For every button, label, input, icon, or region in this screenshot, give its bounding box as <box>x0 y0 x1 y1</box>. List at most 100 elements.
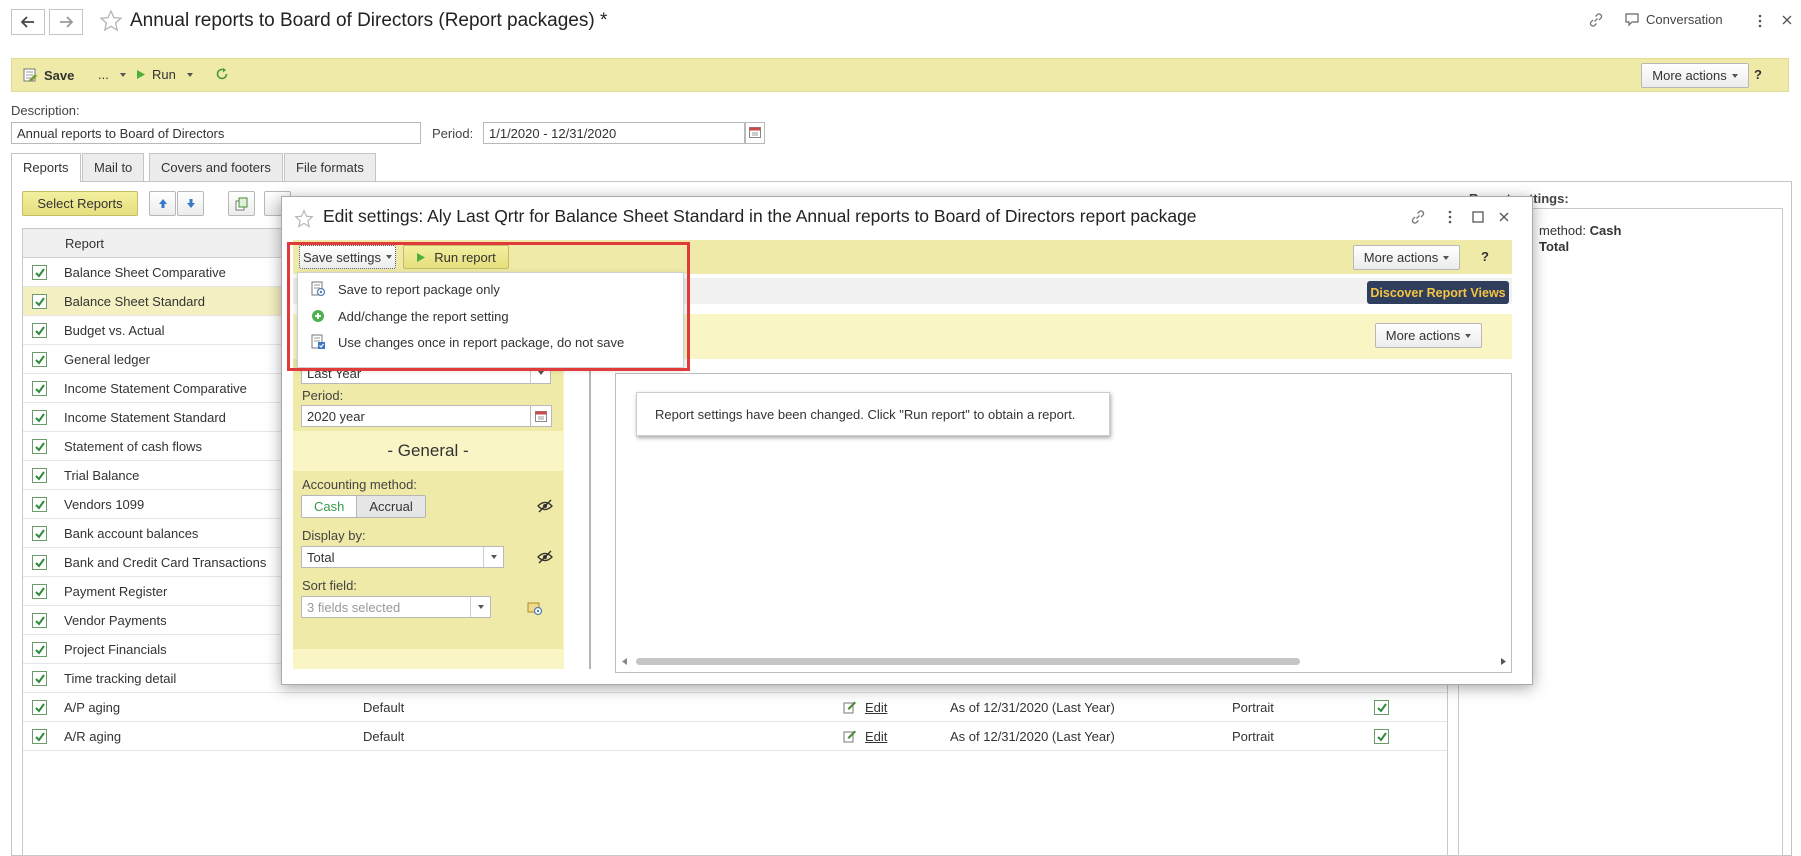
cash-option[interactable]: Cash <box>302 496 358 517</box>
report-name: Balance Sheet Comparative <box>64 265 226 280</box>
checkmark-icon <box>35 732 45 742</box>
report-name: Bank and Credit Card Transactions <box>64 555 267 570</box>
splitter[interactable] <box>589 359 591 669</box>
dialog-favorite-star-icon[interactable] <box>294 209 314 229</box>
favorite-star-icon[interactable] <box>99 9 123 33</box>
include-checkbox[interactable] <box>32 294 47 309</box>
checkmark-icon <box>35 587 45 597</box>
display-by-select[interactable]: Total <box>301 546 504 568</box>
dialog-more-actions-button[interactable]: More actions <box>1353 245 1460 270</box>
report-period: As of 12/31/2020 (Last Year) <box>950 700 1115 715</box>
select-reports-button[interactable]: Select Reports <box>22 191 138 216</box>
table-row[interactable]: A/R aging Default Edit As of 12/31/2020 (La… <box>23 722 1447 751</box>
tab-reports[interactable]: Reports <box>11 153 81 182</box>
include-checkbox[interactable] <box>32 584 47 599</box>
move-down-button[interactable] <box>177 191 204 216</box>
edit-link[interactable]: Edit <box>843 729 887 744</box>
more-dropdown-button[interactable]: ... <box>98 67 126 82</box>
report-name: General ledger <box>64 352 150 367</box>
include-checkbox[interactable] <box>32 352 47 367</box>
sort-settings-gear-icon[interactable] <box>527 600 543 616</box>
checkmark-icon <box>35 268 45 278</box>
run-button[interactable]: Run <box>136 67 193 82</box>
forward-button[interactable] <box>49 9 83 35</box>
report-name: Income Statement Standard <box>64 410 226 425</box>
dialog-more-actions-label: More actions <box>1363 250 1439 265</box>
close-window-icon[interactable] <box>1782 15 1792 25</box>
edit-link-label: Edit <box>865 729 888 744</box>
sort-field-select[interactable]: 3 fields selected <box>301 596 491 618</box>
edit-pencil-icon <box>843 700 857 715</box>
sort-field-dropdown-arrow[interactable] <box>470 597 490 617</box>
settings-column: Last Year Period: 2020 year - General - … <box>293 359 564 669</box>
accrual-option[interactable]: Accrual <box>357 496 425 517</box>
report-more-actions-button[interactable]: More actions <box>1375 323 1482 348</box>
include-checkbox[interactable] <box>32 555 47 570</box>
help-button[interactable]: ? <box>1754 67 1762 82</box>
include-checkbox[interactable] <box>32 642 47 657</box>
display-by-hide-eye-icon[interactable] <box>537 550 553 564</box>
dialog-link-icon[interactable] <box>1410 209 1426 225</box>
attach-checkbox[interactable] <box>1374 700 1389 715</box>
include-checkbox[interactable] <box>32 729 47 744</box>
dialog-period-field[interactable]: 2020 year <box>301 405 530 427</box>
refresh-button[interactable] <box>215 67 229 81</box>
include-checkbox[interactable] <box>32 410 47 425</box>
run-label: Run <box>152 67 176 82</box>
include-checkbox[interactable] <box>32 671 47 686</box>
report-orientation: Portrait <box>1232 729 1274 744</box>
include-checkbox[interactable] <box>32 323 47 338</box>
dialog-calendar-button[interactable] <box>530 405 552 427</box>
include-checkbox[interactable] <box>32 265 47 280</box>
tab-mail-to[interactable]: Mail to <box>82 153 145 181</box>
display-by-dropdown-arrow[interactable] <box>483 547 503 567</box>
period-field[interactable]: 1/1/2020 - 12/31/2020 <box>483 122 745 144</box>
dialog-close-icon[interactable] <box>1499 212 1509 222</box>
report-name: Income Statement Comparative <box>64 381 247 396</box>
attach-checkbox[interactable] <box>1374 729 1389 744</box>
include-checkbox[interactable] <box>32 700 47 715</box>
general-section-header: - General - <box>387 441 469 460</box>
copy-button[interactable] <box>228 191 255 216</box>
checkmark-icon <box>35 674 45 684</box>
checkmark-icon <box>35 297 45 307</box>
include-checkbox[interactable] <box>32 439 47 454</box>
scrollbar-thumb[interactable] <box>636 658 1300 665</box>
checkmark-icon <box>35 703 45 713</box>
more-vertical-icon[interactable] <box>1758 14 1762 28</box>
conversation-button[interactable]: Conversation <box>1624 12 1723 27</box>
dialog-help-button[interactable]: ? <box>1481 249 1489 264</box>
report-variant: Default <box>363 729 405 744</box>
scroll-left-arrow-icon[interactable] <box>622 658 627 665</box>
include-checkbox[interactable] <box>32 468 47 483</box>
include-checkbox[interactable] <box>32 613 47 628</box>
report-variant: Default <box>363 700 405 715</box>
horizontal-scrollbar[interactable] <box>622 657 1506 666</box>
checkmark-icon <box>35 616 45 626</box>
discover-report-views-button[interactable]: Discover Report Views <box>1367 281 1509 304</box>
link-icon[interactable] <box>1588 12 1604 28</box>
description-field[interactable]: Annual reports to Board of Directors <box>11 122 421 144</box>
table-row[interactable]: A/P aging Default Edit As of 12/31/2020 (La… <box>23 693 1447 722</box>
edit-link[interactable]: Edit <box>843 700 887 715</box>
calendar-button[interactable] <box>745 122 765 144</box>
help-label: ? <box>1754 67 1762 82</box>
more-actions-button[interactable]: More actions <box>1641 63 1749 88</box>
column-header-report: Report <box>65 236 105 251</box>
include-checkbox[interactable] <box>32 381 47 396</box>
accounting-method-label: Accounting method: <box>302 477 417 492</box>
tab-covers-and-footers[interactable]: Covers and footers <box>149 153 283 181</box>
scroll-right-arrow-icon[interactable] <box>1501 658 1506 665</box>
arrow-down-icon <box>186 198 196 209</box>
dialog-more-vertical-icon[interactable] <box>1448 210 1452 224</box>
save-button[interactable]: Save <box>22 67 74 83</box>
tab-file-formats[interactable]: File formats <box>284 153 376 181</box>
maximize-icon[interactable] <box>1472 211 1484 223</box>
report-name: Project Financials <box>64 642 167 657</box>
include-checkbox[interactable] <box>32 526 47 541</box>
hide-eye-icon[interactable] <box>537 499 553 513</box>
checkmark-icon <box>1377 703 1387 713</box>
back-button[interactable] <box>11 9 45 35</box>
move-up-button[interactable] <box>149 191 176 216</box>
include-checkbox[interactable] <box>32 497 47 512</box>
